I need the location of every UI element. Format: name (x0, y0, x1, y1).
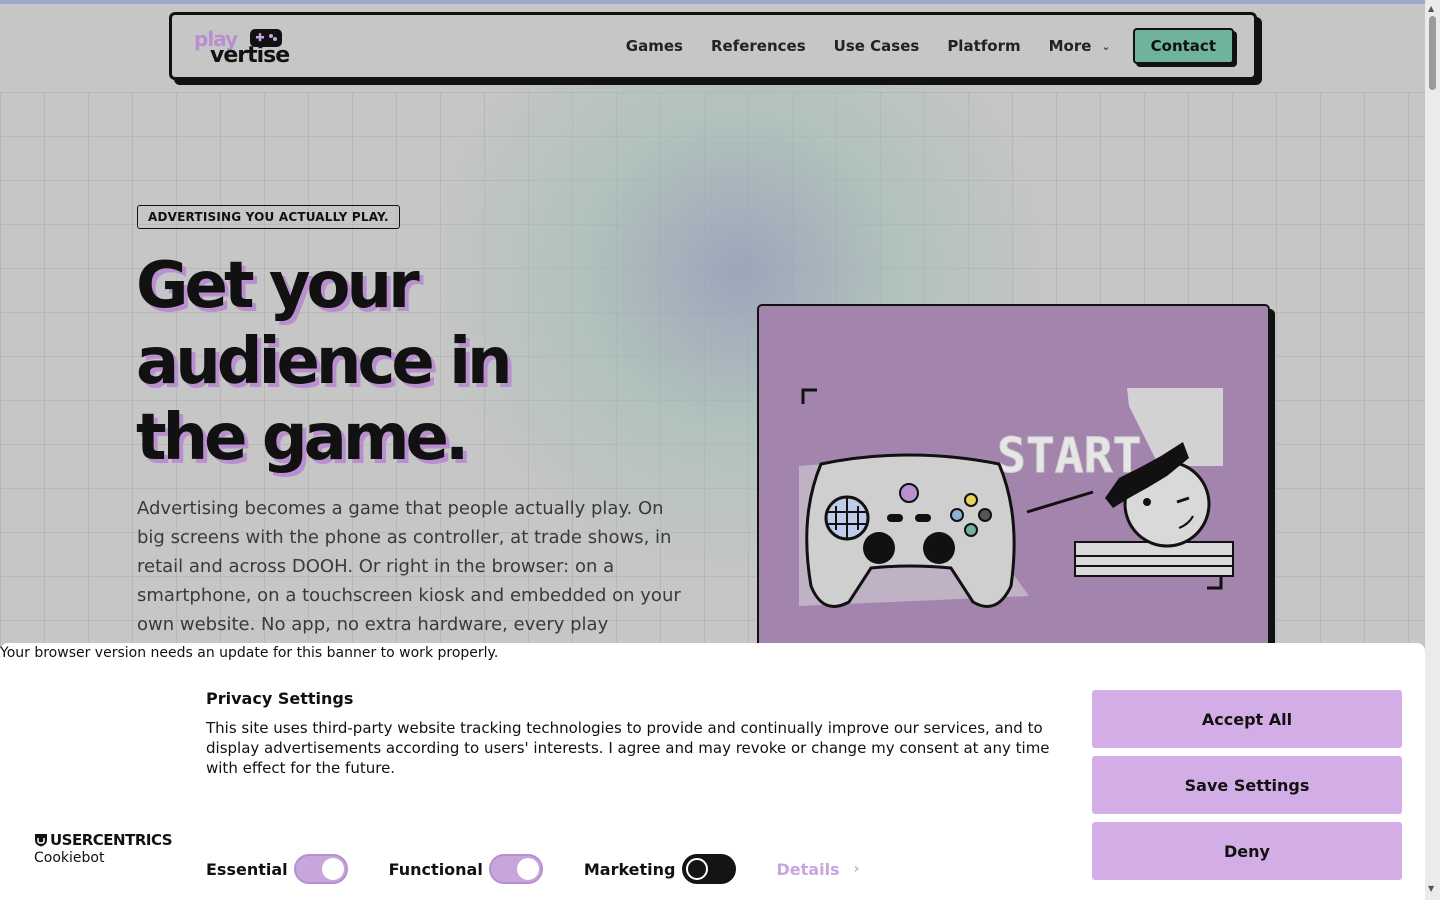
toggle-knob (516, 858, 539, 880)
chevron-right-icon: › (853, 861, 860, 877)
shield-icon (35, 834, 47, 847)
toggle-knob (685, 858, 708, 880)
usercentrics-logo: USERCENTRICS Cookiebot (34, 831, 173, 866)
toggle-essential-group: Essential (206, 854, 348, 884)
accept-all-button[interactable]: Accept All (1092, 690, 1402, 748)
toggle-marketing-switch[interactable] (681, 854, 736, 884)
save-settings-button[interactable]: Save Settings (1092, 756, 1402, 814)
contact-button[interactable]: Contact (1132, 28, 1234, 64)
toggle-essential-switch[interactable] (293, 854, 348, 884)
hero-illustration-card: START (757, 304, 1270, 649)
nav-links: Games References Use Cases Platform More… (598, 23, 1234, 69)
nav-item-more[interactable]: More ⌄ (1049, 37, 1111, 55)
scrollbar-thumb[interactable] (1429, 16, 1436, 90)
hero-body-text: Advertising becomes a game that people a… (137, 498, 681, 635)
details-link[interactable]: Details › (777, 860, 860, 879)
toggle-knob (321, 858, 344, 880)
usercentrics-brand-text: USERCENTRICS (50, 831, 173, 849)
cookiebot-text: Cookiebot (34, 850, 105, 866)
game-controller-illustration: START (799, 388, 1234, 608)
scroll-up-arrow-icon[interactable]: ▲ (1428, 4, 1434, 13)
hero-tagline: ADVERTISING YOU ACTUALLY PLAY. (137, 205, 400, 229)
browser-warning-text: Your browser version needs an update for… (0, 645, 499, 661)
nav-item-games[interactable]: Games (626, 37, 683, 55)
scroll-down-arrow-icon[interactable]: ▼ (1428, 884, 1434, 893)
headline-line-1: Get your (136, 249, 420, 323)
privacy-settings-title: Privacy Settings (206, 689, 354, 708)
chevron-down-icon: ⌄ (1101, 39, 1111, 53)
page: play vertise Games References Use Cases … (0, 4, 1425, 900)
logo-vertise-text: vertise (210, 43, 290, 68)
main-nav: play vertise Games References Use Cases … (169, 12, 1257, 80)
headline-line-3: the game. (136, 401, 469, 475)
cookie-consent-banner: Your browser version needs an update for… (0, 643, 1425, 900)
nav-item-use-cases[interactable]: Use Cases (834, 37, 920, 55)
nav-more-label: More (1048, 37, 1092, 55)
toggle-functional-label: Functional (388, 859, 483, 879)
headline-line-2: audience in (136, 325, 513, 399)
consent-toggles: Essential Functional Marketing Details › (206, 853, 859, 885)
nav-item-references[interactable]: References (711, 37, 806, 55)
details-label: Details (776, 859, 840, 879)
deny-button[interactable]: Deny (1092, 822, 1402, 880)
toggle-essential-label: Essential (206, 859, 288, 879)
toggle-functional-switch[interactable] (488, 854, 543, 884)
toggle-functional-group: Functional (389, 854, 543, 884)
toggle-marketing-group: Marketing (584, 854, 736, 884)
nav-item-platform[interactable]: Platform (947, 37, 1020, 55)
toggle-marketing-label: Marketing (583, 859, 676, 879)
playvertise-logo[interactable]: play vertise (194, 27, 294, 71)
page-scrollbar[interactable]: ▲ ▼ (1425, 0, 1440, 900)
hero-headline: Get your audience in the game. (136, 248, 696, 476)
start-text: START (997, 428, 1142, 484)
privacy-description: This site uses third-party website track… (206, 719, 1050, 777)
